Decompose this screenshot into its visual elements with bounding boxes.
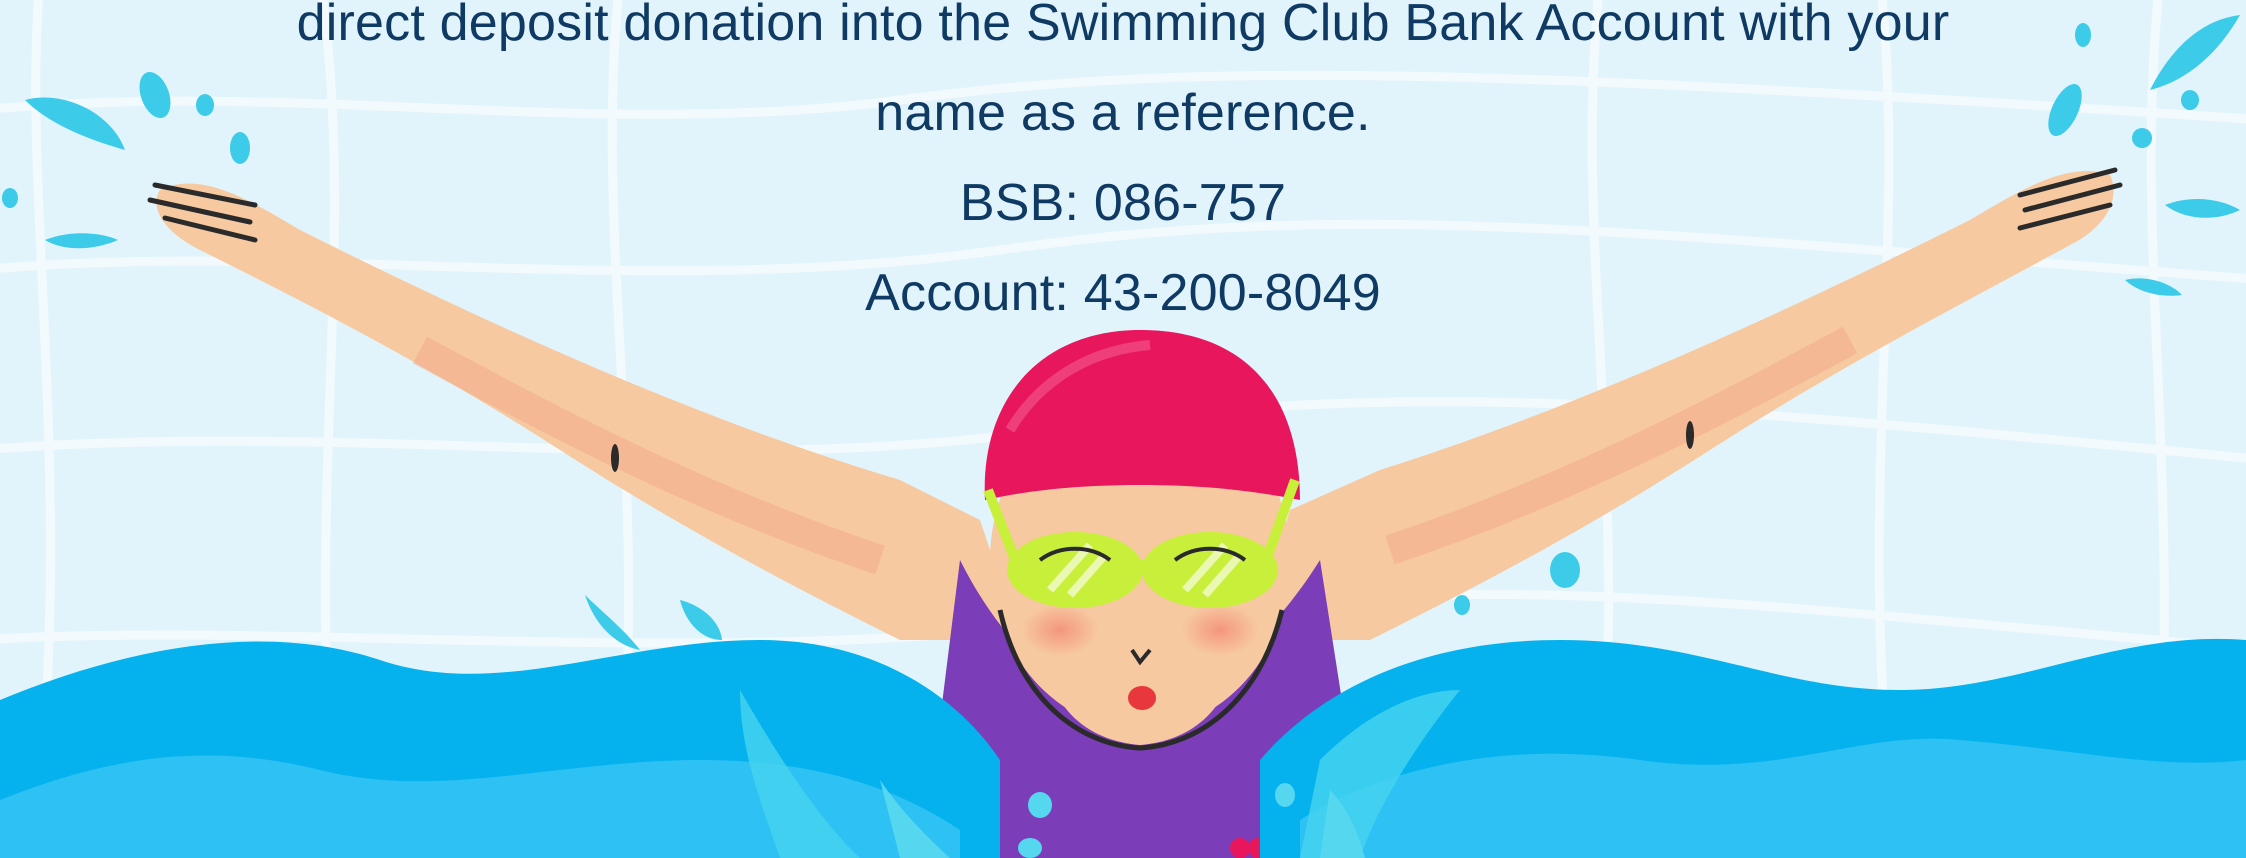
donation-banner: direct deposit donation into the Swimmin… <box>0 0 2246 858</box>
bsb-number: BSB: 086-757 <box>959 174 1287 232</box>
account-number: Account: 43-200-8049 <box>865 264 1381 322</box>
donation-instruction-line-1: direct deposit donation into the Swimmin… <box>296 0 1950 52</box>
swim-cap-icon <box>984 330 1300 500</box>
donation-instructions: direct deposit donation into the Swimmin… <box>0 0 2246 338</box>
donation-instruction-line-2: name as a reference. <box>875 84 1371 142</box>
